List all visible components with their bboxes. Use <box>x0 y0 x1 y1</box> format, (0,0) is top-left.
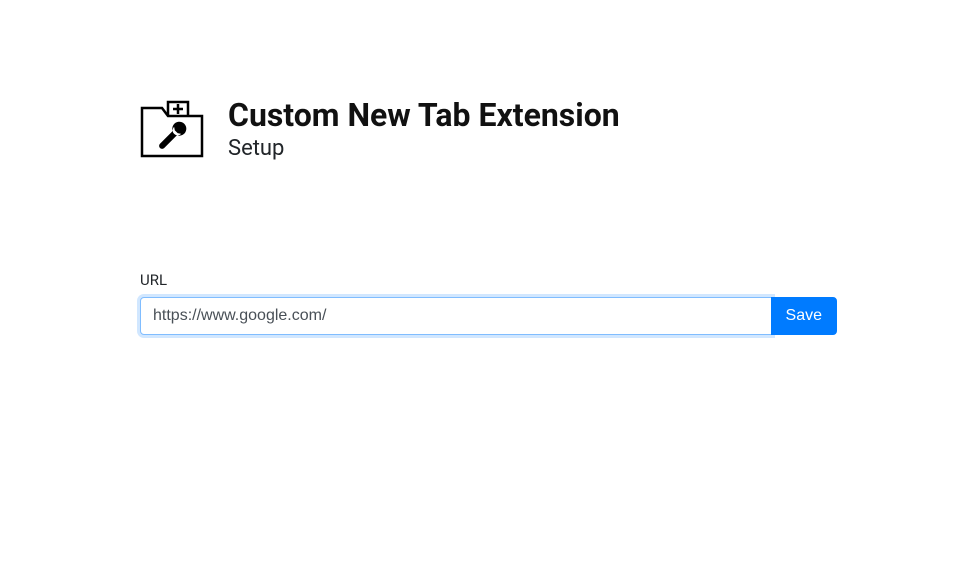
header-text: Custom New Tab Extension Setup <box>228 96 620 161</box>
page-title: Custom New Tab Extension <box>228 96 620 134</box>
url-input-group: Save <box>140 297 837 335</box>
page-container: Custom New Tab Extension Setup URL Save <box>0 0 977 335</box>
url-input[interactable] <box>140 297 772 335</box>
extension-logo-icon <box>140 96 204 160</box>
url-label: URL <box>140 271 837 289</box>
page-subtitle: Setup <box>228 136 620 161</box>
header: Custom New Tab Extension Setup <box>140 96 837 161</box>
save-button[interactable]: Save <box>771 297 837 335</box>
url-form: URL Save <box>140 271 837 335</box>
